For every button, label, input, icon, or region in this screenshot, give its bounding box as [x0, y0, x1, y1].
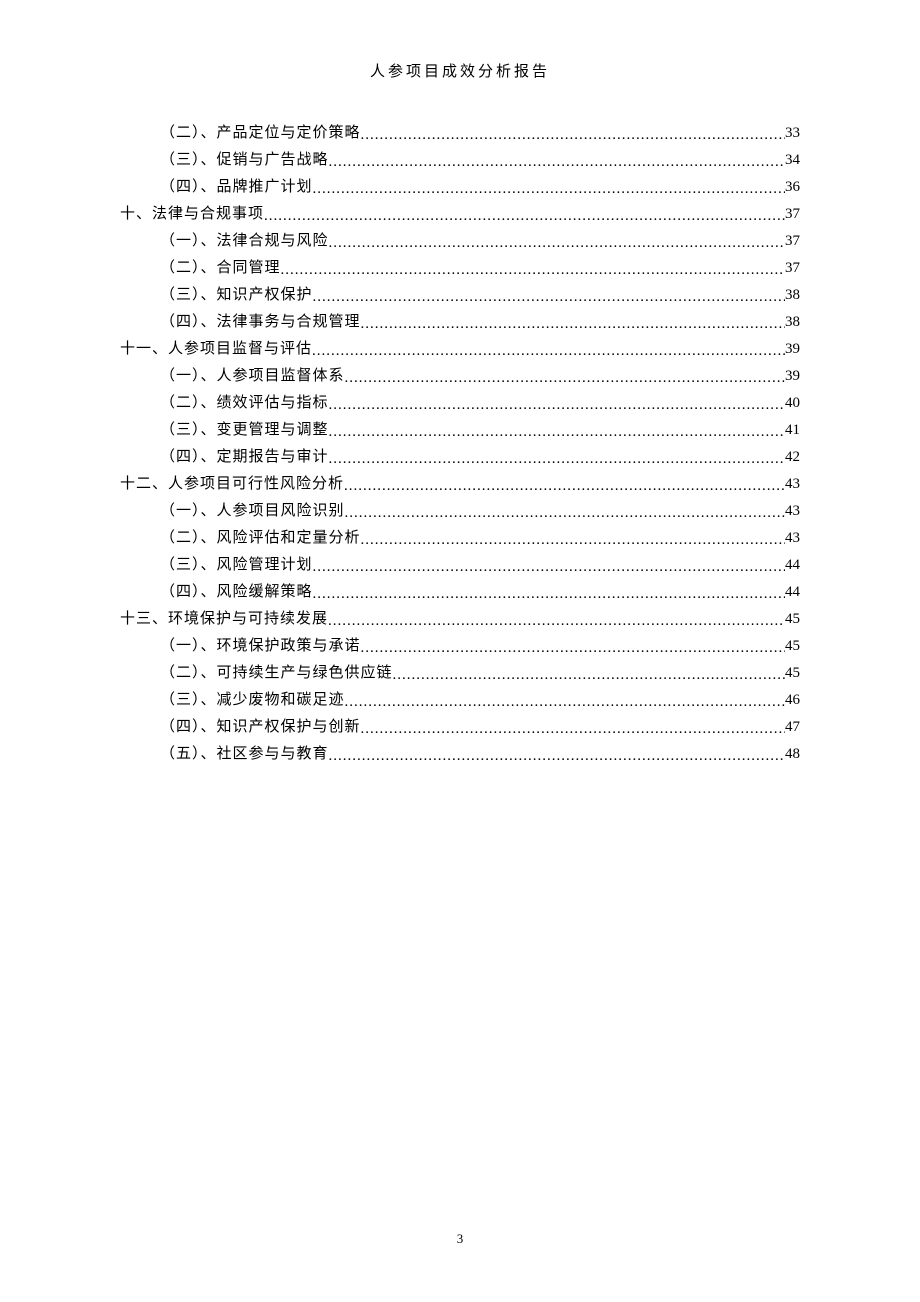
toc-entry: （二）、产品定位与定价策略...........................…	[120, 126, 800, 141]
table-of-contents: （二）、产品定位与定价策略...........................…	[120, 126, 800, 762]
toc-entry-label: 十、法律与合规事项	[120, 207, 264, 222]
toc-entry: （一）、人参项目风险识别............................…	[120, 504, 800, 519]
toc-entry-label: （四）、风险缓解策略	[160, 585, 313, 600]
toc-leader-dots: ........................................…	[313, 560, 785, 575]
toc-entry-label: （二）、可持续生产与绿色供应链	[160, 666, 393, 681]
toc-leader-dots: ........................................…	[264, 209, 785, 224]
toc-leader-dots: ........................................…	[393, 668, 785, 683]
toc-entry: （三）、减少废物和碳足迹............................…	[120, 693, 800, 708]
toc-entry-label: （一）、法律合规与风险	[160, 234, 329, 249]
toc-leader-dots: ........................................…	[329, 425, 785, 440]
toc-entry-page: 37	[785, 234, 800, 249]
toc-entry: （二）、可持续生产与绿色供应链.........................…	[120, 666, 800, 681]
toc-entry: 十一、人参项目监督与评估............................…	[120, 342, 800, 357]
toc-leader-dots: ........................................…	[361, 128, 785, 143]
page-number: 3	[0, 1231, 920, 1247]
toc-entry: （一）、法律合规与风险.............................…	[120, 234, 800, 249]
toc-entry-label: （三）、促销与广告战略	[160, 153, 329, 168]
toc-entry-page: 39	[785, 342, 800, 357]
toc-entry: （二）、绩效评估与指标.............................…	[120, 396, 800, 411]
toc-entry-label: （二）、合同管理	[160, 261, 281, 276]
toc-entry-label: （三）、知识产权保护	[160, 288, 313, 303]
toc-entry: （三）、知识产权保护..............................…	[120, 288, 800, 303]
toc-entry-label: （一）、人参项目风险识别	[160, 504, 345, 519]
toc-leader-dots: ........................................…	[313, 182, 785, 197]
toc-entry: （四）、品牌推广计划..............................…	[120, 180, 800, 195]
toc-entry-label: （四）、法律事务与合规管理	[160, 315, 361, 330]
toc-leader-dots: ........................................…	[329, 236, 785, 251]
toc-entry-page: 37	[785, 261, 800, 276]
toc-leader-dots: ........................................…	[313, 290, 785, 305]
toc-leader-dots: ........................................…	[345, 371, 785, 386]
toc-entry: （四）、定期报告与审计.............................…	[120, 450, 800, 465]
toc-entry-label: （四）、品牌推广计划	[160, 180, 313, 195]
toc-entry: 十三、环境保护与可持续发展...........................…	[120, 612, 800, 627]
toc-entry-label: （三）、减少废物和碳足迹	[160, 693, 345, 708]
toc-entry: （四）、法律事务与合规管理...........................…	[120, 315, 800, 330]
toc-leader-dots: ........................................…	[329, 155, 785, 170]
toc-entry-page: 48	[785, 747, 800, 762]
toc-leader-dots: ........................................…	[312, 344, 785, 359]
toc-entry-page: 34	[785, 153, 800, 168]
toc-entry-page: 38	[785, 315, 800, 330]
toc-leader-dots: ........................................…	[345, 695, 785, 710]
toc-entry-page: 41	[785, 423, 800, 438]
toc-leader-dots: ........................................…	[329, 398, 785, 413]
toc-entry-label: 十一、人参项目监督与评估	[120, 342, 312, 357]
toc-entry-label: （三）、变更管理与调整	[160, 423, 329, 438]
toc-entry-label: 十二、人参项目可行性风险分析	[120, 477, 344, 492]
toc-entry-page: 44	[785, 585, 800, 600]
toc-entry: （三）、风险管理计划..............................…	[120, 558, 800, 573]
toc-leader-dots: ........................................…	[361, 533, 785, 548]
toc-entry-page: 33	[785, 126, 800, 141]
toc-entry-page: 45	[785, 639, 800, 654]
toc-entry: （二）、风险评估和定量分析...........................…	[120, 531, 800, 546]
toc-entry: 十二、人参项目可行性风险分析..........................…	[120, 477, 800, 492]
toc-entry-label: （五）、社区参与与教育	[160, 747, 329, 762]
toc-leader-dots: ........................................…	[344, 479, 785, 494]
toc-entry: （四）、知识产权保护与创新...........................…	[120, 720, 800, 735]
toc-entry-page: 42	[785, 450, 800, 465]
toc-entry-label: 十三、环境保护与可持续发展	[120, 612, 328, 627]
toc-entry-page: 46	[785, 693, 800, 708]
toc-entry-page: 36	[785, 180, 800, 195]
toc-entry-page: 47	[785, 720, 800, 735]
page-header-title: 人参项目成效分析报告	[120, 60, 800, 81]
toc-entry-page: 44	[785, 558, 800, 573]
toc-entry-page: 40	[785, 396, 800, 411]
toc-entry-page: 37	[785, 207, 800, 222]
toc-entry: （一）、环境保护政策与承诺...........................…	[120, 639, 800, 654]
toc-entry-page: 45	[785, 612, 800, 627]
toc-entry: （二）、合同管理................................…	[120, 261, 800, 276]
toc-entry: （五）、社区参与与教育.............................…	[120, 747, 800, 762]
toc-leader-dots: ........................................…	[329, 452, 785, 467]
toc-leader-dots: ........................................…	[361, 317, 785, 332]
toc-leader-dots: ........................................…	[361, 641, 785, 656]
toc-entry-page: 43	[785, 531, 800, 546]
toc-entry-label: （三）、风险管理计划	[160, 558, 313, 573]
toc-entry-page: 38	[785, 288, 800, 303]
toc-entry: 十、法律与合规事项...............................…	[120, 207, 800, 222]
toc-entry-label: （一）、人参项目监督体系	[160, 369, 345, 384]
toc-entry-page: 45	[785, 666, 800, 681]
toc-leader-dots: ........................................…	[313, 587, 785, 602]
toc-entry-page: 43	[785, 477, 800, 492]
toc-entry-label: （一）、环境保护政策与承诺	[160, 639, 361, 654]
toc-entry: （四）、风险缓解策略..............................…	[120, 585, 800, 600]
toc-entry: （一）、人参项目监督体系............................…	[120, 369, 800, 384]
toc-entry-label: （四）、知识产权保护与创新	[160, 720, 361, 735]
toc-leader-dots: ........................................…	[328, 614, 785, 629]
toc-entry-page: 39	[785, 369, 800, 384]
toc-entry-label: （二）、风险评估和定量分析	[160, 531, 361, 546]
toc-entry-page: 43	[785, 504, 800, 519]
toc-leader-dots: ........................................…	[345, 506, 785, 521]
toc-entry: （三）、变更管理与调整.............................…	[120, 423, 800, 438]
toc-entry: （三）、促销与广告战略.............................…	[120, 153, 800, 168]
toc-leader-dots: ........................................…	[281, 263, 785, 278]
toc-entry-label: （四）、定期报告与审计	[160, 450, 329, 465]
toc-leader-dots: ........................................…	[329, 749, 785, 764]
toc-entry-label: （二）、产品定位与定价策略	[160, 126, 361, 141]
toc-entry-label: （二）、绩效评估与指标	[160, 396, 329, 411]
toc-leader-dots: ........................................…	[361, 722, 785, 737]
